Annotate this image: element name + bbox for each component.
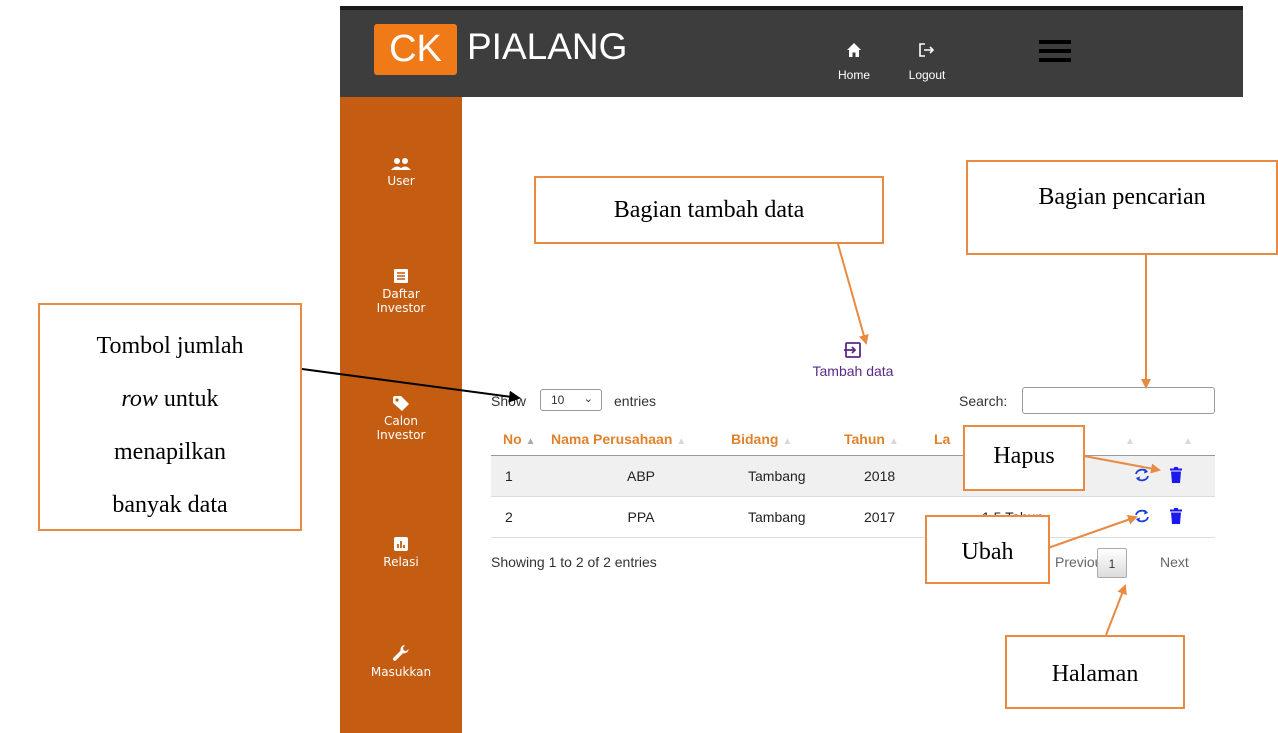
arrow-tambah <box>837 243 869 345</box>
callout-tambah-data: Bagian tambah data <box>534 176 884 244</box>
arrow-halaman <box>1105 584 1127 636</box>
arrow-hapus <box>1083 455 1161 474</box>
arrow-tombol <box>301 368 521 403</box>
callout-tombol-jumlah-row: Tombol jumlah row untuk menapilkan banya… <box>38 303 302 531</box>
callout-pencarian: Bagian pencarian <box>966 160 1278 255</box>
callout-halaman: Halaman <box>1005 635 1185 709</box>
callout-hapus: Hapus <box>963 425 1085 491</box>
arrow-ubah <box>1047 514 1138 549</box>
callout-ubah: Ubah <box>925 515 1050 584</box>
